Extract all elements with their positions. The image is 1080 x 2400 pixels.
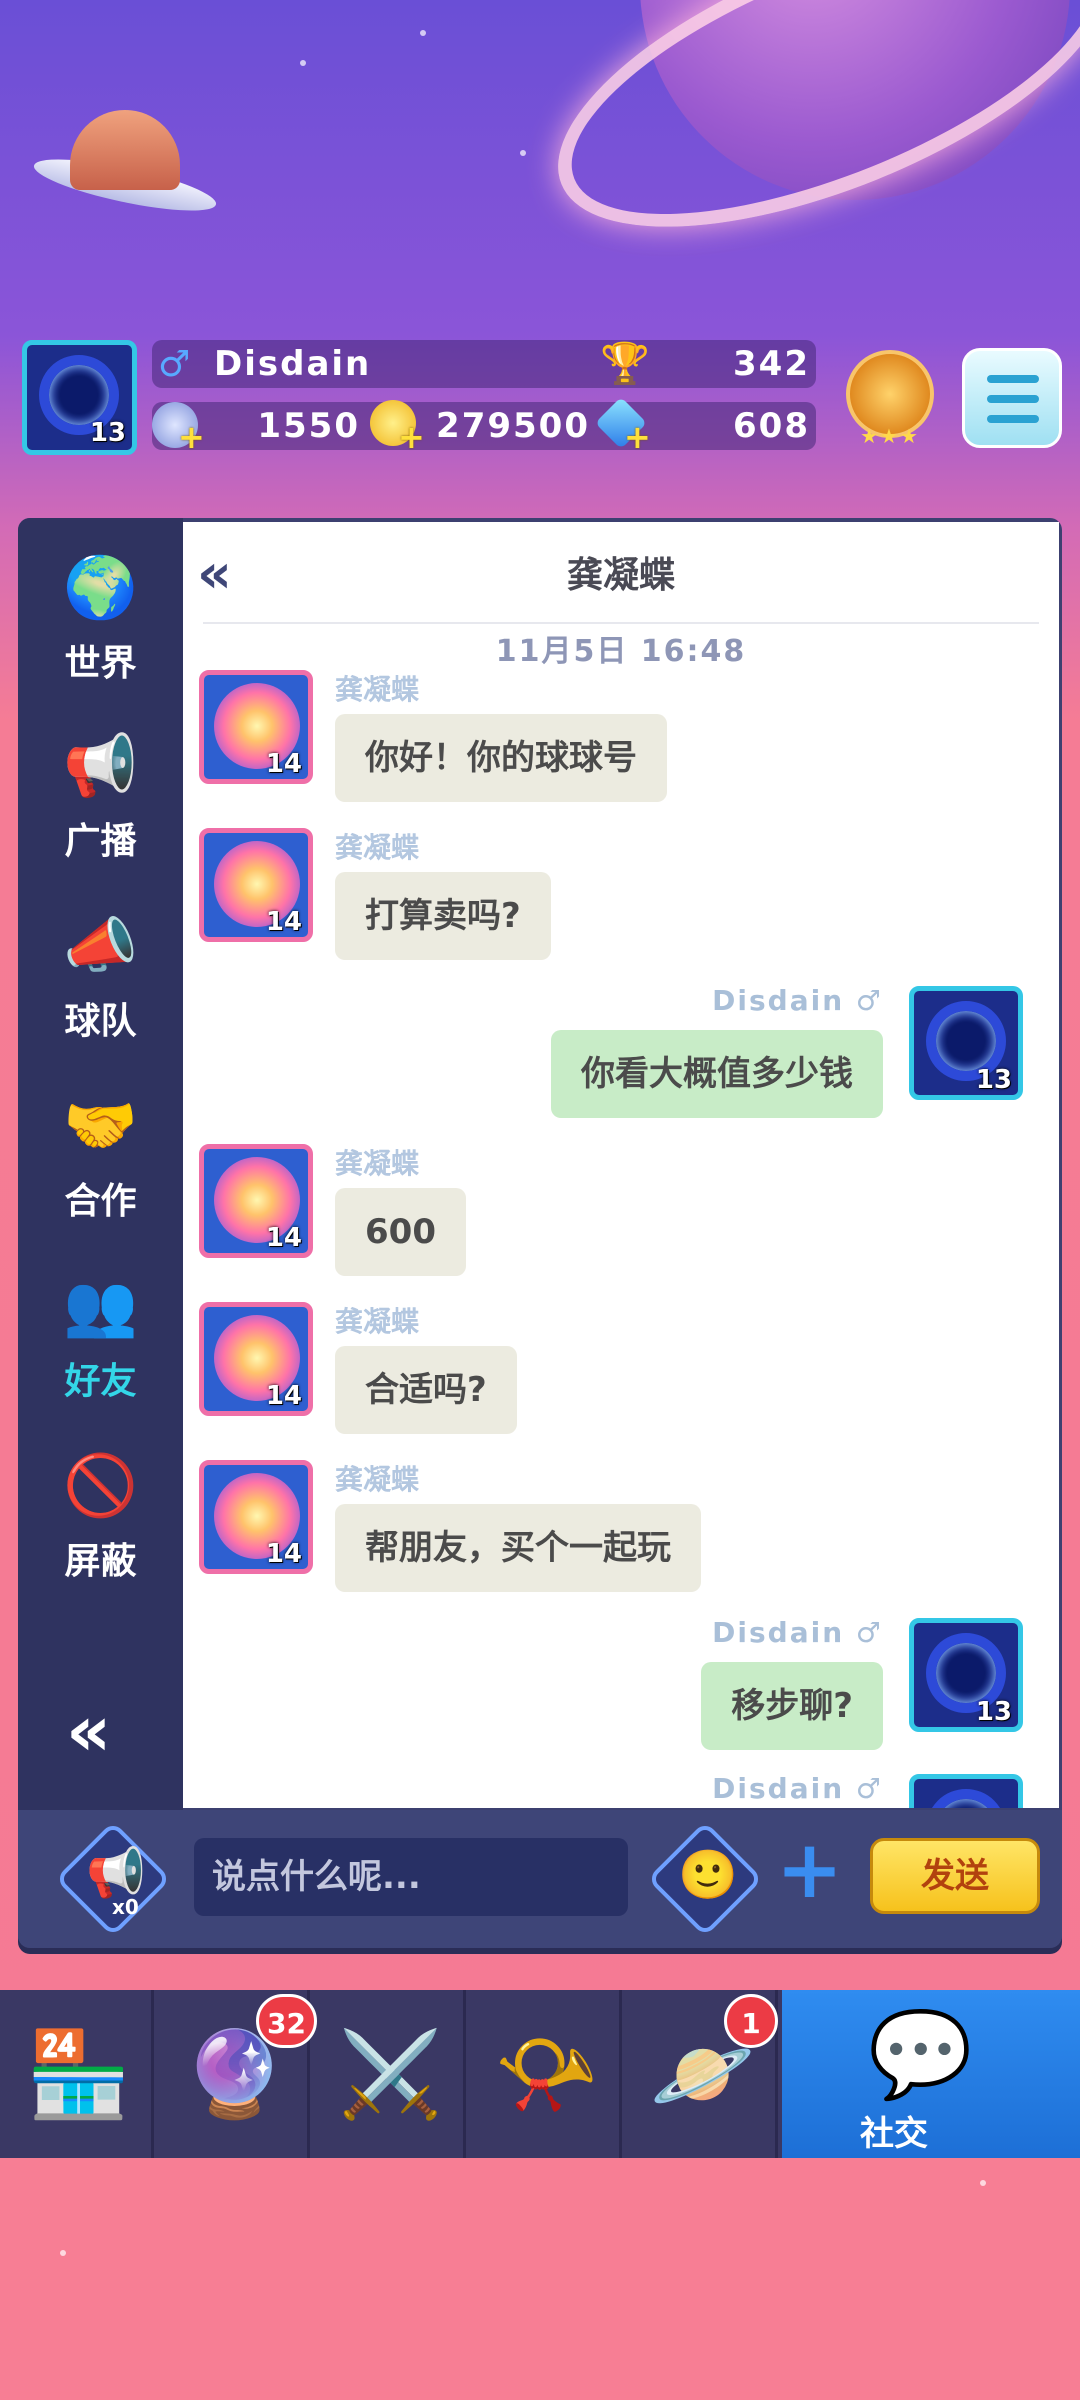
horn-count: x0 [112,1895,139,1919]
contact-level: 14 [265,907,302,937]
whistle-icon: 📣 [63,911,138,981]
sidebar-item-label: 屏蔽 [64,1541,137,1582]
sender-name: 龚凝蝶 [335,1305,420,1338]
nav-shop[interactable]: 🏪 [0,1990,154,2158]
my-level: 13 [975,1697,1012,1727]
nav-planet[interactable]: 🪐 1 [624,1990,778,2158]
ring-orb-avatar-icon [926,1789,1006,1808]
player-name: Disdain [214,344,372,384]
contact-level: 14 [265,749,302,779]
sidebar-item-cooperation[interactable]: 🤝 合作 [18,1086,183,1224]
nav-battle[interactable]: ⚔️ [312,1990,466,2158]
rank-stars-icon: ★★★ [860,424,920,448]
trophy-icon: 🏆 [600,341,650,387]
message-bubble: 打算卖吗? [335,872,551,960]
sender-name: Disdain ♂ [712,984,883,1017]
contact-avatar[interactable]: 14 [199,1460,313,1574]
contact-level: 14 [265,1539,302,1569]
sidebar-item-label: 广播 [64,821,137,862]
trophy-count: 342 [733,344,810,384]
nav-social-label: 社交 [860,2114,928,2154]
globe-icon: 🌍 [63,553,138,623]
add-stars-button[interactable]: + [178,418,205,456]
whistle-icon: 📯 [494,2025,599,2123]
coins-count: 279500 [436,406,590,446]
star-decoration [980,2180,986,2186]
menu-icon [987,375,1039,383]
megaphone-icon: 📢 [86,1845,146,1901]
chat-window[interactable]: « 龚凝蝶 11月5日 16:48 14 龚凝蝶 你好！你的球球号 14 龚凝蝶… [183,522,1059,1808]
star-decoration [420,30,426,36]
star-decoration [300,60,306,66]
sender-name: 龚凝蝶 [335,1463,420,1496]
menu-button[interactable] [962,348,1062,448]
crossed-swords-icon: ⚔️ [338,2025,443,2123]
diamonds-count: 608 [733,406,810,446]
message-bubble: 600 [335,1188,466,1276]
contact-avatar[interactable]: 14 [199,828,313,942]
contact-avatar[interactable]: 14 [199,1144,313,1258]
sidebar-item-label: 合作 [64,1181,137,1222]
planet-badge: 1 [724,1994,778,2048]
add-diamonds-button[interactable]: + [624,418,651,456]
add-coins-button[interactable]: + [398,418,425,456]
nav-social[interactable]: 💬 [782,1990,1080,2158]
send-button[interactable]: 发送 [870,1838,1040,1914]
sidebar-item-block[interactable]: 🚫 屏蔽 [18,1446,183,1584]
message-bubble: 合适吗? [335,1346,517,1434]
contact-level: 14 [265,1223,302,1253]
male-gender-icon: ♂ [158,344,191,385]
sidebar-item-friends[interactable]: 👥 好友 [18,1266,183,1404]
sender-name: 龚凝蝶 [335,831,420,864]
stars-count: 1550 [257,406,360,446]
sender-name: Disdain ♂ [712,1616,883,1649]
megaphone-icon: 📢 [63,731,138,801]
my-level: 13 [975,1065,1012,1095]
sidebar-item-label: 世界 [64,643,137,684]
block-user-icon: 🚫 [63,1451,138,1521]
nav-team[interactable]: 📯 [468,1990,622,2158]
sidebar-item-label: 球队 [64,1001,137,1042]
my-avatar[interactable]: 13 [909,1618,1023,1732]
sidebar-item-label: 好友 [64,1361,137,1402]
my-avatar[interactable]: 13 [909,986,1023,1100]
chat-title: 龚凝蝶 [566,555,675,596]
chat-message-input[interactable] [194,1838,628,1916]
player-level: 13 [89,418,126,448]
sidebar-item-team[interactable]: 📣 球队 [18,906,183,1044]
message-timestamp: 11月5日 16:48 [495,634,747,669]
sender-name: 龚凝蝶 [335,673,420,706]
shop-icon: 🏪 [26,2025,131,2123]
player-avatar[interactable]: 13 [22,340,137,455]
star-decoration [520,150,526,156]
social-chat-icon: 💬 [868,2005,973,2103]
menu-icon-line [987,395,1039,403]
friends-icon: 👥 [63,1271,138,1341]
sender-name: Disdain ♂ [712,1772,883,1805]
contact-avatar[interactable]: 14 [199,1302,313,1416]
contact-avatar[interactable]: 14 [199,670,313,784]
lower-background [0,2158,1080,2400]
message-bubble: 你好！你的球球号 [335,714,667,802]
message-bubble: 帮朋友，买个一起玩 [335,1504,701,1592]
star-decoration [60,2250,66,2256]
sender-name: 龚凝蝶 [335,1147,420,1180]
handshake-icon: 🤝 [63,1091,138,1161]
attach-plus-button[interactable]: + [776,1830,843,1910]
menu-icon-line [987,415,1039,423]
my-avatar[interactable] [909,1774,1023,1808]
collapse-sidebar-icon[interactable]: « [66,1690,111,1772]
nav-capsule[interactable]: 🔮 32 [156,1990,317,2158]
capsule-badge: 32 [256,1994,317,2048]
message-bubble: 移步聊? [701,1662,883,1750]
contact-level: 14 [265,1381,302,1411]
message-bubble: 你看大概值多少钱 [551,1030,883,1118]
smiley-icon: 🙂 [678,1847,738,1903]
sidebar-item-world[interactable]: 🌍 世界 [18,548,183,686]
sidebar-item-broadcast[interactable]: 📢 广播 [18,726,183,864]
title-divider [203,622,1039,624]
